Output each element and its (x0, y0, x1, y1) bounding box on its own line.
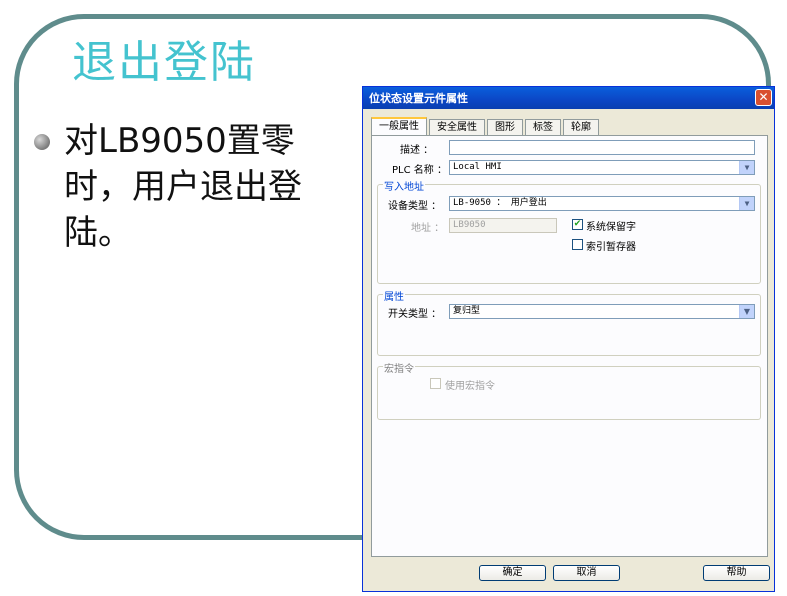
device-type-select[interactable]: LB-9050 ： 用户登出 ▼ (449, 196, 755, 211)
help-button[interactable]: 帮助 (703, 565, 770, 581)
dialog-title: 位状态设置元件属性 (369, 92, 468, 105)
bullet-text: 对LB9050置零时，用户退出登陆。 (64, 121, 302, 253)
tab-outline[interactable]: 轮廓 (563, 119, 599, 136)
general-panel: 描述 ： PLC 名称 ： Local HMI ▼ 写入地址 设备类型 ： LB… (371, 135, 768, 557)
description-input[interactable] (449, 140, 755, 155)
plc-label: PLC 名称 ： (392, 165, 447, 176)
cancel-button[interactable]: 取消 (553, 565, 620, 581)
plc-select[interactable]: Local HMI ▼ (449, 160, 755, 175)
tab-security[interactable]: 安全属性 (429, 119, 485, 136)
bullet-icon (34, 134, 50, 150)
address-label: 地址 ： (411, 223, 445, 234)
chevron-down-icon[interactable]: ▼ (739, 161, 754, 174)
close-button[interactable]: ✕ (755, 89, 772, 106)
tab-graphics[interactable]: 图形 (487, 119, 523, 136)
slide-title: 退出登陆 (72, 37, 256, 88)
switch-type-select[interactable]: 复归型 ▼ (449, 304, 755, 319)
index-register-checkbox[interactable] (572, 239, 583, 250)
system-reserved-label: 系统保留字 (586, 222, 636, 233)
address-input[interactable]: LB9050 (449, 218, 557, 233)
properties-dialog: 位状态设置元件属性 ✕ 一般属性 安全属性 图形 标签 轮廓 描述 ： PLC … (362, 86, 775, 592)
chevron-down-icon[interactable]: ▼ (739, 305, 754, 318)
plc-value: Local HMI (453, 162, 502, 172)
switch-type-value: 复归型 (453, 306, 481, 316)
use-macro-label: 使用宏指令 (445, 381, 495, 392)
use-macro-checkbox[interactable] (430, 378, 441, 389)
tab-label[interactable]: 标签 (525, 119, 561, 136)
description-label: 描述 ： (400, 145, 434, 156)
switch-type-label: 开关类型 ： (388, 309, 442, 320)
write-address-title: 写入地址 (383, 178, 425, 193)
macro-title: 宏指令 (383, 360, 415, 375)
tab-bar: 一般属性 安全属性 图形 标签 轮廓 (371, 117, 601, 137)
tab-general[interactable]: 一般属性 (371, 117, 427, 137)
index-register-label: 索引暂存器 (586, 242, 636, 253)
attribute-title: 属性 (383, 288, 405, 303)
chevron-down-icon[interactable]: ▼ (739, 197, 754, 210)
device-type-label: 设备类型 ： (388, 201, 442, 212)
dialog-titlebar[interactable]: 位状态设置元件属性 ✕ (363, 87, 774, 109)
macro-group (377, 366, 761, 420)
device-type-value: LB-9050 ： 用户登出 (453, 198, 547, 208)
system-reserved-checkbox[interactable]: ✔ (572, 219, 583, 230)
ok-button[interactable]: 确定 (479, 565, 546, 581)
